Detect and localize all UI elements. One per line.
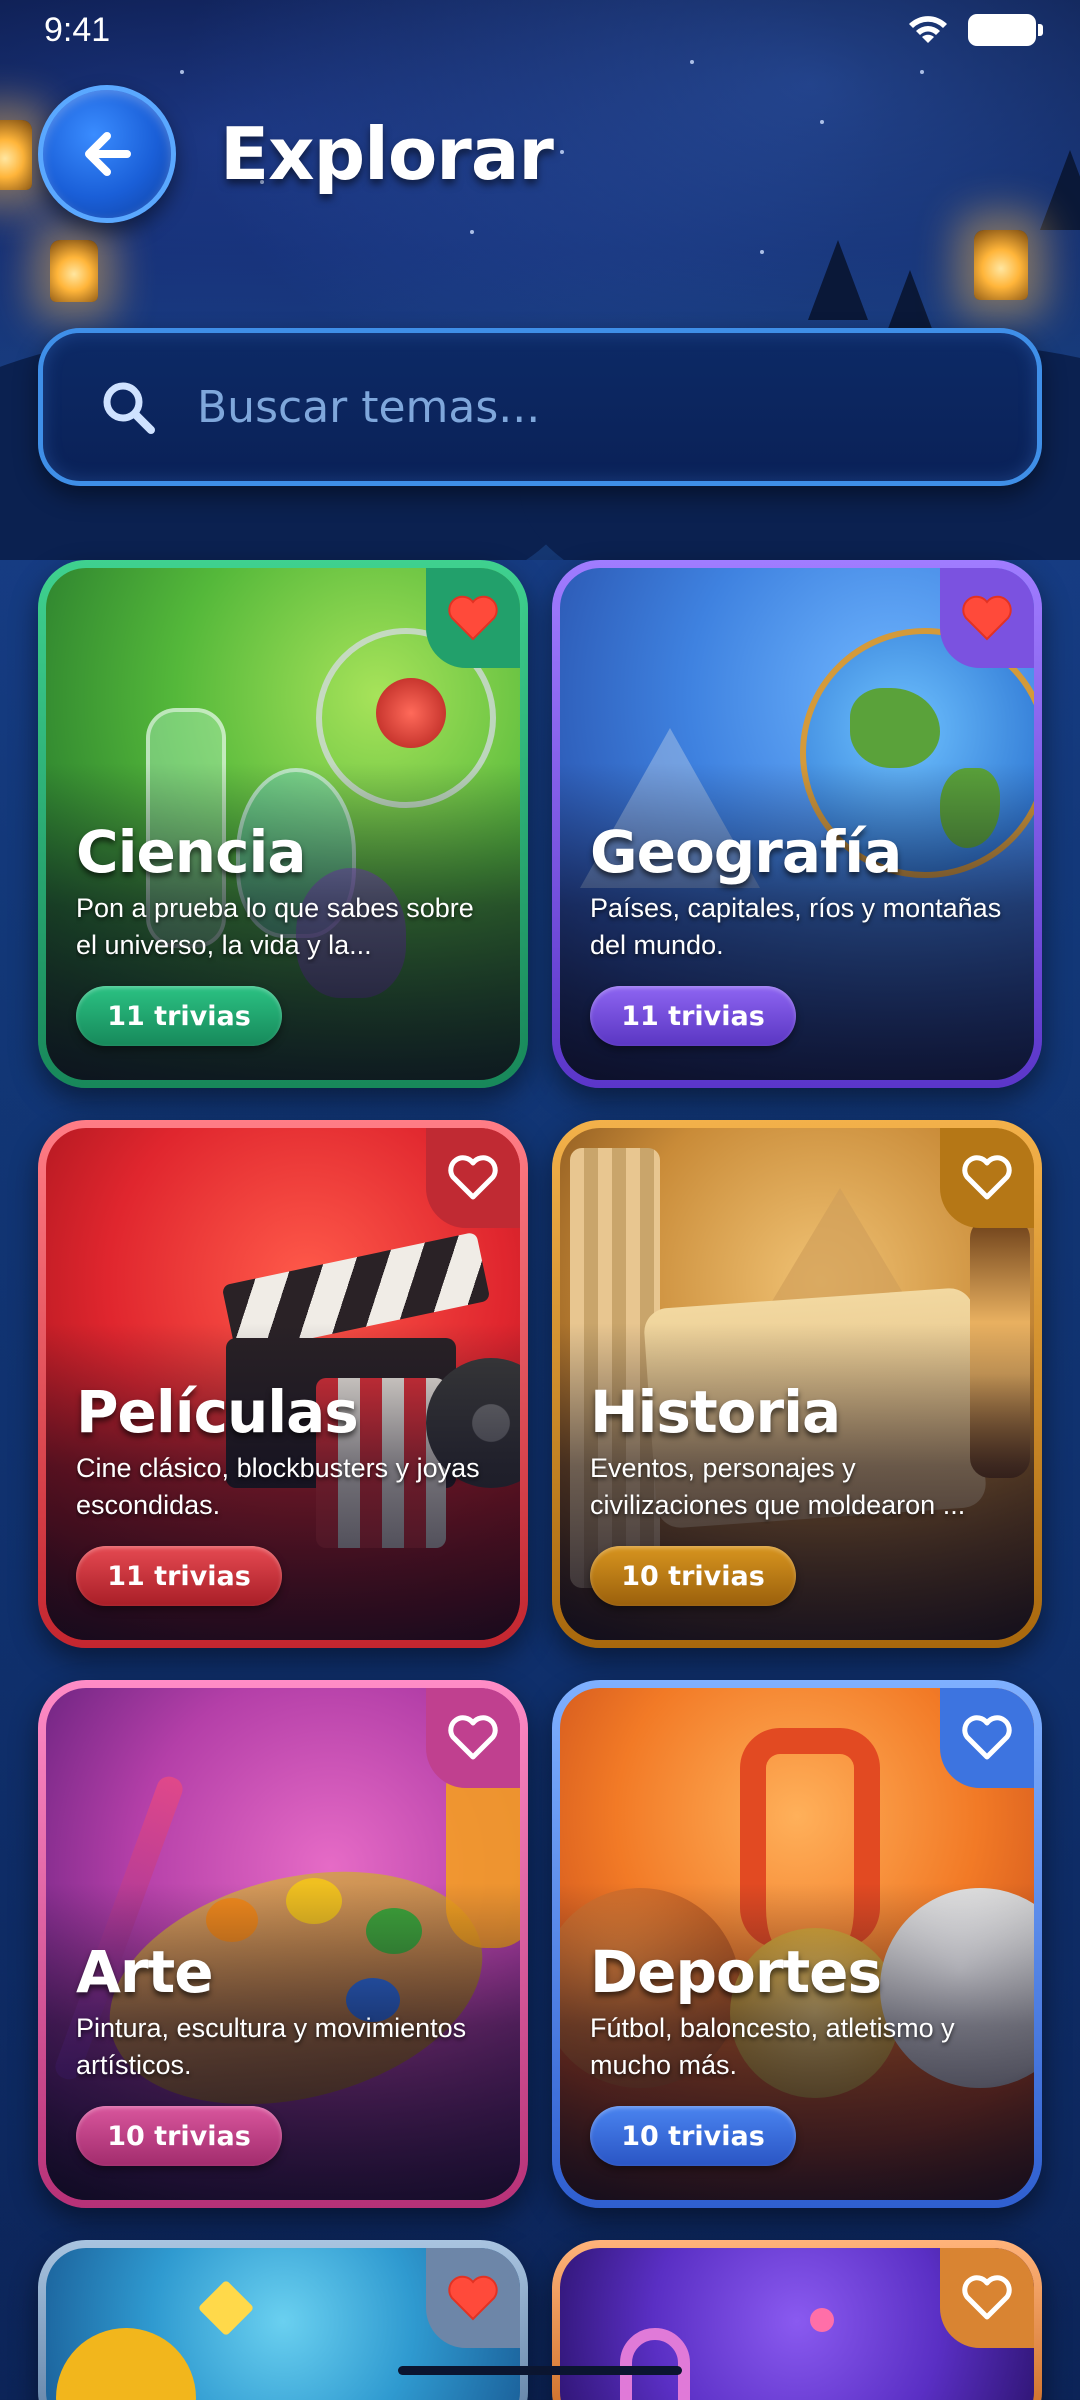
status-bar: 9:41 <box>0 0 1080 60</box>
card-title: Geografía <box>590 818 902 886</box>
trivia-count-badge: 11 trivias <box>590 986 796 1046</box>
search-input[interactable]: Buscar temas... <box>38 328 1042 486</box>
wifi-icon <box>909 16 947 43</box>
search-placeholder: Buscar temas... <box>197 381 541 433</box>
arrow-left-icon <box>85 132 131 176</box>
heart-outline-icon <box>448 1155 498 1200</box>
heart-outline-icon <box>962 1155 1012 1200</box>
topic-card-geografia[interactable]: Geografía Países, capitales, ríos y mont… <box>552 560 1042 1088</box>
status-icons <box>906 13 1043 47</box>
heart-filled-icon <box>962 595 1012 641</box>
card-description: Eventos, personajes y civilizaciones que… <box>590 1453 966 1520</box>
battery-icon <box>968 14 1043 46</box>
favorite-toggle[interactable] <box>940 1688 1034 1788</box>
favorite-toggle[interactable] <box>940 1128 1034 1228</box>
heart-outline-icon <box>448 1715 498 1760</box>
favorite-toggle[interactable] <box>940 568 1034 668</box>
header: Explorar <box>38 84 554 224</box>
card-description: Fútbol, baloncesto, atletismo y mucho má… <box>590 2013 955 2080</box>
card-title: Arte <box>76 1938 214 2006</box>
back-button[interactable] <box>38 85 176 223</box>
favorite-toggle[interactable] <box>426 568 520 668</box>
topic-card-partial-right[interactable] <box>552 2240 1042 2400</box>
trivia-count-badge: 10 trivias <box>76 2106 282 2166</box>
topic-card-arte[interactable]: Arte Pintura, escultura y movimientos ar… <box>38 1680 528 2208</box>
heart-filled-icon <box>448 2275 498 2321</box>
card-description: Países, capitales, ríos y montañas del m… <box>590 893 1002 960</box>
topic-card-peliculas[interactable]: Películas Cine clásico, blockbusters y j… <box>38 1120 528 1648</box>
favorite-toggle[interactable] <box>426 1688 520 1788</box>
card-title: Deportes <box>590 1938 882 2006</box>
card-title: Historia <box>590 1378 841 1446</box>
card-description: Cine clásico, blockbusters y joyas escon… <box>76 1453 480 1520</box>
page-title: Explorar <box>220 112 554 196</box>
topic-card-deportes[interactable]: Deportes Fútbol, baloncesto, atletismo y… <box>552 1680 1042 2208</box>
card-description: Pon a prueba lo que sabes sobre el unive… <box>76 893 474 960</box>
card-title: Películas <box>76 1378 359 1446</box>
topic-card-historia[interactable]: Historia Eventos, personajes y civilizac… <box>552 1120 1042 1648</box>
heart-outline-icon <box>962 1715 1012 1760</box>
trivia-count-badge: 11 trivias <box>76 1546 282 1606</box>
home-indicator[interactable] <box>398 2366 682 2375</box>
heart-filled-icon <box>448 595 498 641</box>
topic-card-partial-left[interactable] <box>38 2240 528 2400</box>
search-icon <box>103 382 155 434</box>
trivia-count-badge: 10 trivias <box>590 1546 796 1606</box>
heart-outline-icon <box>962 2275 1012 2320</box>
favorite-toggle[interactable] <box>940 2248 1034 2348</box>
favorite-toggle[interactable] <box>426 1128 520 1228</box>
card-description: Pintura, escultura y movimientos artísti… <box>76 2013 467 2080</box>
topic-card-ciencia[interactable]: Ciencia Pon a prueba lo que sabes sobre … <box>38 560 528 1088</box>
card-title: Ciencia <box>76 818 306 886</box>
trivia-count-badge: 10 trivias <box>590 2106 796 2166</box>
status-time: 9:41 <box>44 10 111 49</box>
trivia-count-badge: 11 trivias <box>76 986 282 1046</box>
favorite-toggle[interactable] <box>426 2248 520 2348</box>
